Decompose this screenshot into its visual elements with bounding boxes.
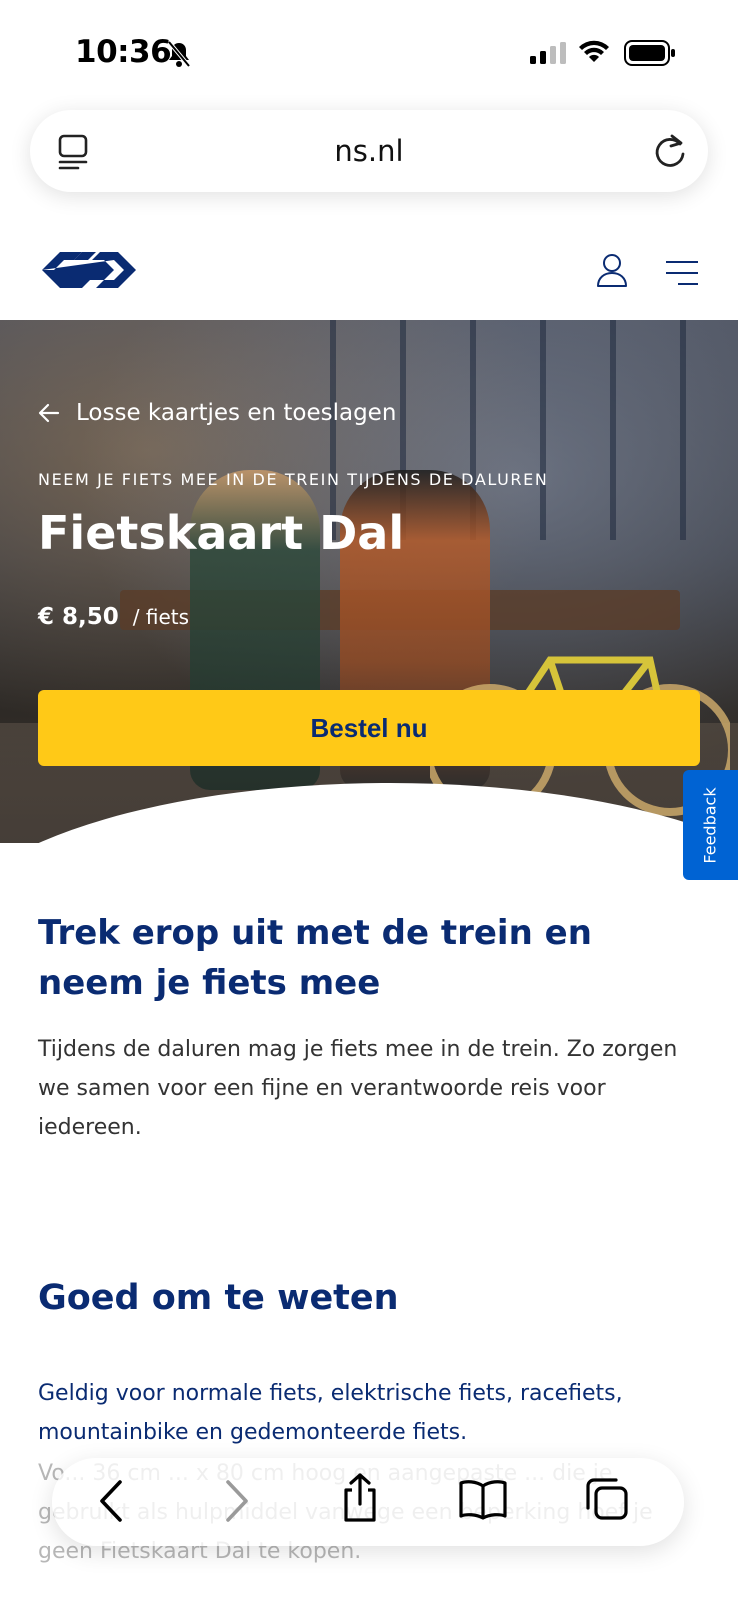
hamburger-menu-icon[interactable] xyxy=(664,260,700,286)
hero-bg-detail xyxy=(680,320,686,540)
back-icon[interactable] xyxy=(96,1478,126,1524)
share-icon[interactable] xyxy=(340,1472,380,1524)
tabs-icon[interactable] xyxy=(584,1476,630,1522)
price-row: € 8,50 / fiets xyxy=(38,604,189,630)
hero-bg-detail xyxy=(540,320,546,540)
feedback-tab-label[interactable]: Feedback xyxy=(701,787,720,863)
url-text[interactable]: ns.nl xyxy=(30,134,708,168)
intro-text: Tijdens de daluren mag je fiets mee in d… xyxy=(38,1037,678,1140)
hero-eyebrow: NEEM JE FIETS MEE IN DE TREIN TIJDENS DE… xyxy=(38,470,549,489)
price-unit: / fiets xyxy=(132,605,190,629)
good-to-know-heading: Goed om te weten xyxy=(38,1278,399,1318)
price: € 8,50 xyxy=(38,604,119,630)
ns-logo-icon[interactable] xyxy=(38,248,140,292)
intro-heading: Trek erop uit met de trein en neem je fi… xyxy=(38,913,592,1003)
browser-toolbar xyxy=(52,1458,684,1546)
address-bar[interactable]: ns.nl xyxy=(30,110,708,192)
wifi-icon xyxy=(579,40,609,62)
cellular-signal-icon xyxy=(530,42,566,64)
hero-banner: Losse kaartjes en toeslagen NEEM JE FIET… xyxy=(0,320,738,843)
site-header xyxy=(0,230,738,320)
reload-icon[interactable] xyxy=(652,132,688,170)
valid-for-text: Geldig voor normale fiets, elektrische f… xyxy=(38,1381,623,1445)
order-button[interactable]: Bestel nu xyxy=(38,690,700,766)
bookmarks-icon[interactable] xyxy=(458,1478,508,1520)
arrow-left-icon xyxy=(38,403,60,423)
battery-icon xyxy=(624,40,675,66)
account-icon[interactable] xyxy=(596,252,628,288)
back-link[interactable]: Losse kaartjes en toeslagen xyxy=(38,400,396,426)
forward-icon[interactable] xyxy=(222,1478,252,1524)
page-title: Fietskaart Dal xyxy=(38,506,405,560)
silent-bell-icon xyxy=(167,40,191,68)
feedback-tab[interactable]: Feedback xyxy=(683,770,738,880)
back-link-label[interactable]: Losse kaartjes en toeslagen xyxy=(76,400,396,426)
hero-bg-detail xyxy=(610,320,616,540)
status-bar: 10:36 xyxy=(0,0,738,100)
status-time: 10:36 xyxy=(75,34,172,70)
